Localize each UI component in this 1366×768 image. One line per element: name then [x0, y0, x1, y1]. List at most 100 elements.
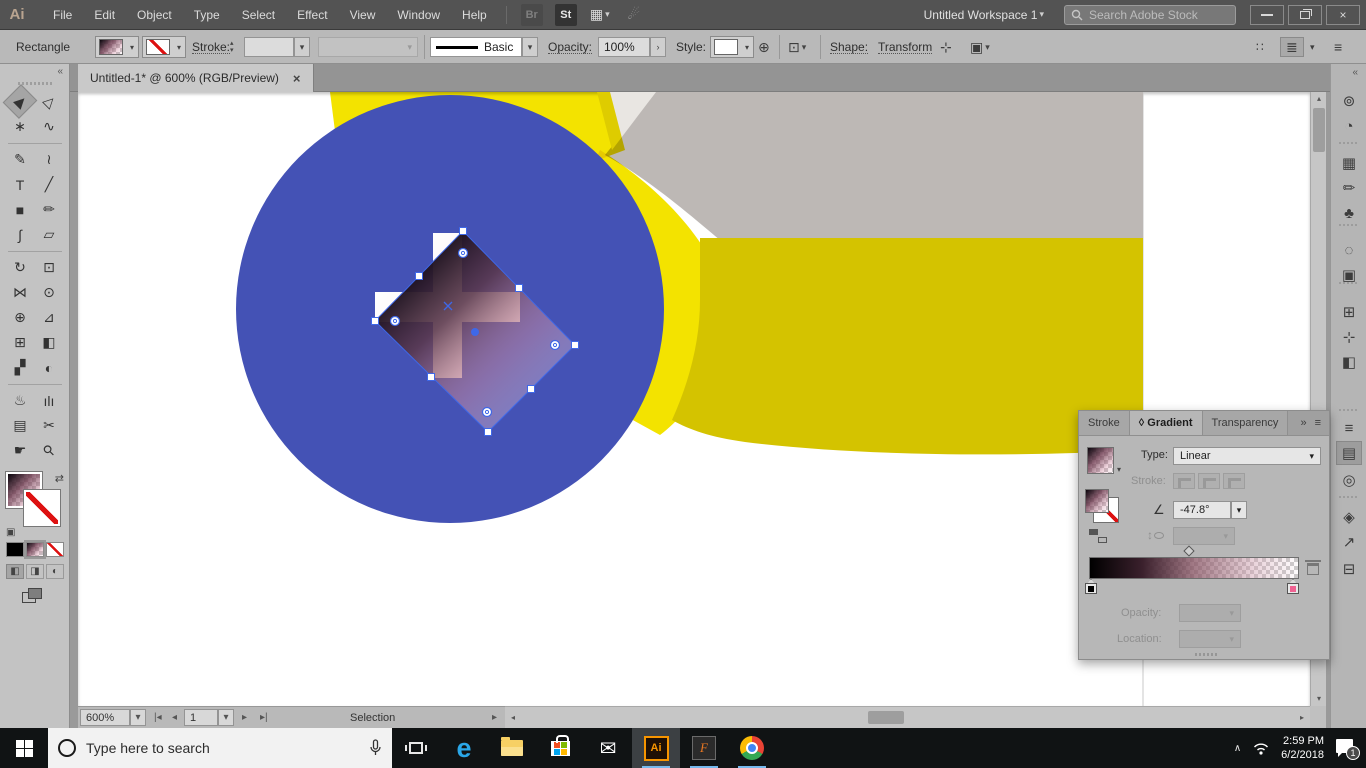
menu-window[interactable]: Window [386, 0, 451, 30]
artboard-number-field[interactable]: 1 [184, 709, 218, 726]
scroll-up-icon[interactable]: ▴ [1311, 92, 1327, 106]
artboard-dropdown-arrow[interactable]: ▾ [218, 709, 234, 726]
gradient-preset-dropdown-arrow[interactable]: ▾ [1117, 465, 1121, 474]
shape-builder-tool[interactable]: ⊕ [7, 306, 33, 329]
opacity-expand-arrow[interactable]: › [650, 37, 666, 57]
draw-normal-button[interactable]: ◧ [6, 564, 24, 579]
expand-panels-icon[interactable]: « [1352, 67, 1358, 78]
vertical-scroll-thumb[interactable] [1313, 108, 1325, 152]
menu-help[interactable]: Help [451, 0, 498, 30]
taskbar-app-illustrator[interactable]: Ai [632, 728, 680, 768]
rotate-tool[interactable]: ↻ [7, 256, 33, 279]
close-button[interactable]: × [1326, 4, 1360, 25]
bridge-button[interactable]: Br [520, 3, 543, 26]
control-bar-menu-icon[interactable]: ≡ [1334, 37, 1342, 57]
taskbar-app-chrome[interactable] [728, 728, 776, 768]
taskbar-app-store[interactable] [536, 728, 584, 768]
scroll-right-icon[interactable]: ▸ [1294, 711, 1310, 725]
taskbar-app-fuse[interactable]: F [680, 728, 728, 768]
previous-artboard-icon[interactable]: ◂ [172, 709, 177, 726]
line-segment-tool[interactable]: ╱ [36, 173, 62, 196]
gradient-fill-proxy[interactable] [1085, 489, 1109, 513]
pen-tool[interactable]: ✎ [7, 148, 33, 171]
horizontal-scrollbar[interactable]: ◂ ▸ [505, 706, 1310, 728]
none-button[interactable] [46, 542, 64, 557]
select-similar-icon[interactable]: ⊹ [940, 37, 952, 57]
stock-button[interactable]: St [554, 3, 577, 26]
arrange-documents-icon[interactable]: ▦ ▾ [589, 4, 611, 26]
symbols-panel-icon[interactable]: ♣ [1336, 201, 1362, 225]
stroke-weight-field[interactable] [244, 37, 294, 57]
color-guide-panel-icon[interactable]: ◔ [1336, 114, 1362, 138]
menu-file[interactable]: File [42, 0, 83, 30]
direct-selection-tool[interactable]: ▷ [32, 84, 67, 119]
color-panel-icon[interactable]: ⊚ [1336, 89, 1362, 113]
panel-collapse-icon[interactable]: » [1300, 417, 1306, 429]
eyedropper-tool[interactable]: ▞ [7, 356, 33, 379]
selection-handle[interactable] [484, 428, 492, 436]
brush-definition-field[interactable]: Basic [430, 37, 522, 57]
stroke-weight-stepper[interactable]: ▴ ▾ [230, 37, 234, 57]
asset-export-panel-icon[interactable]: ↗ [1336, 530, 1362, 554]
live-corner-widget[interactable] [481, 406, 493, 418]
rectangle-tool[interactable]: ■ [7, 198, 33, 221]
zoom-level-field[interactable]: 600% [80, 709, 130, 726]
selection-handle[interactable] [527, 385, 535, 393]
tools-drag-grip[interactable] [18, 82, 52, 85]
first-artboard-icon[interactable]: |◂ [154, 709, 162, 726]
tab-close-icon[interactable]: × [293, 71, 301, 86]
magic-wand-tool[interactable]: ∗ [7, 115, 33, 138]
gray-shape[interactable] [605, 92, 1143, 240]
yellow-band-shape[interactable] [672, 238, 1143, 455]
swatches-panel-icon[interactable]: ▦ [1336, 151, 1362, 175]
wifi-icon[interactable] [1253, 742, 1269, 755]
menu-select[interactable]: Select [231, 0, 286, 30]
gradient-button[interactable] [24, 540, 46, 559]
appearance-panel-icon[interactable]: ◌ [1336, 238, 1362, 262]
start-button[interactable] [0, 728, 48, 768]
stroke-weight-dropdown-arrow[interactable]: ▾ [294, 37, 310, 57]
document-tab[interactable]: Untitled-1* @ 600% (RGB/Preview) × [78, 64, 314, 92]
gpu-performance-icon[interactable]: ☄ [623, 4, 645, 26]
gradient-midpoint-handle[interactable] [1183, 545, 1195, 557]
tab-gradient[interactable]: ◊ Gradient [1129, 411, 1203, 435]
stroke-panel-icon[interactable]: ≡ [1336, 416, 1362, 440]
live-corner-widget[interactable] [549, 339, 561, 351]
microphone-icon[interactable] [369, 739, 382, 757]
angle-dropdown-arrow[interactable]: ▾ [1231, 501, 1247, 519]
dock-group-grip[interactable] [1339, 409, 1359, 411]
task-view-button[interactable] [392, 728, 440, 768]
artboards-panel-icon[interactable]: ⊟ [1336, 557, 1362, 581]
isolate-object-icon[interactable]: ▣ ▾ [970, 37, 990, 57]
hand-tool[interactable]: ☛ [7, 439, 33, 462]
default-fill-stroke-icon[interactable]: ▣ [6, 527, 15, 538]
gradient-angle-field[interactable]: -47.8° [1173, 501, 1231, 519]
width-tool[interactable]: ⋈ [7, 281, 33, 304]
draw-behind-button[interactable]: ◨ [26, 564, 44, 579]
taskbar-search-box[interactable]: Type here to search [48, 728, 392, 768]
transform-link[interactable]: Transform [878, 40, 933, 54]
eraser-tool[interactable]: ▱ [36, 223, 62, 246]
reverse-gradient-icon[interactable] [1089, 529, 1107, 543]
document-setup-globe-icon[interactable]: ⊕ [758, 37, 770, 57]
opacity-label[interactable]: Opacity: [548, 40, 593, 54]
bounding-box-icon[interactable]: ⊡ ▾ [788, 37, 806, 57]
blend-tool[interactable]: ◐ [36, 356, 62, 379]
selection-handle[interactable] [427, 373, 435, 381]
fill-color-dropdown[interactable]: ▾ [95, 36, 140, 58]
paintbrush-tool[interactable]: ✏ [36, 198, 62, 221]
live-corner-widget[interactable] [389, 315, 401, 327]
perspective-grid-tool[interactable]: ⊿ [36, 306, 62, 329]
zoom-dropdown-arrow[interactable]: ▾ [130, 709, 146, 726]
pathfinder-panel-icon[interactable]: ◧ [1336, 350, 1362, 374]
action-center-icon[interactable]: 1 [1336, 739, 1360, 760]
selection-handle[interactable] [571, 341, 579, 349]
collapse-tools-icon[interactable]: « [57, 66, 63, 77]
minimize-button[interactable] [1250, 4, 1284, 25]
shape-link[interactable]: Shape: [830, 40, 869, 54]
status-bar-expand-icon[interactable]: ▸ [492, 709, 497, 726]
layers-panel-icon[interactable]: ◈ [1336, 505, 1362, 529]
opacity-field[interactable]: 100% [598, 37, 650, 57]
swap-fill-stroke-icon[interactable]: ⇄ [55, 472, 64, 485]
artboard-tool[interactable]: ▤ [7, 414, 33, 437]
